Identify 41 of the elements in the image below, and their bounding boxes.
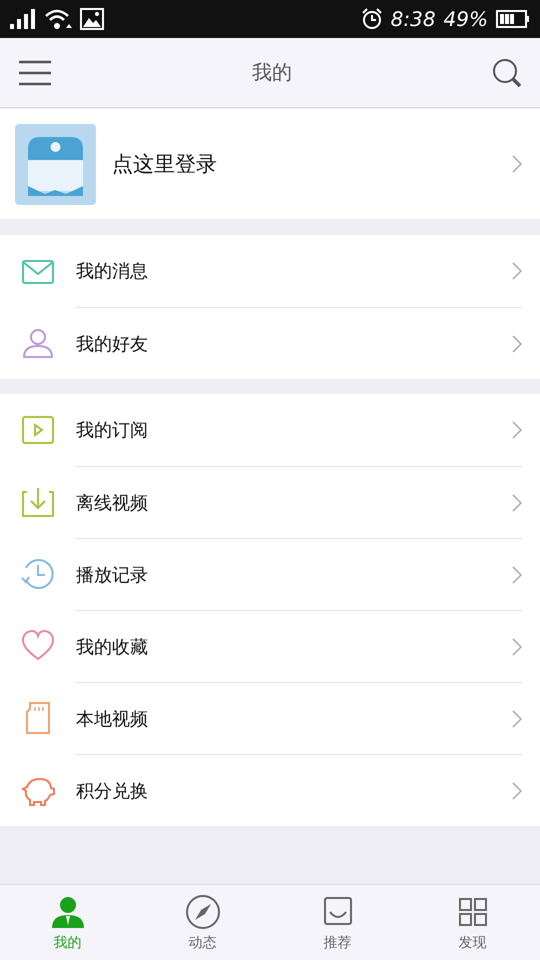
chevron-right-icon — [512, 334, 522, 352]
chevron-right-icon — [512, 710, 522, 728]
wifi-icon — [44, 8, 72, 30]
menu-item-label: 我的订阅 — [76, 419, 148, 442]
menu-item[interactable]: 积分兑换 — [0, 754, 540, 826]
menu-item-label: 离线视频 — [76, 492, 148, 514]
menu-item[interactable]: 本地视频 — [0, 682, 540, 754]
menu-item[interactable]: 我的收藏 — [0, 610, 540, 682]
menu-item-label: 我的消息 — [76, 260, 148, 283]
chevron-right-icon — [512, 421, 522, 439]
signal-icon — [10, 9, 36, 29]
battery-percent: 49% — [444, 7, 488, 31]
chevron-right-icon — [512, 155, 522, 173]
menu-icon[interactable] — [18, 60, 52, 86]
menu-item[interactable]: 离线视频 — [0, 466, 540, 538]
chevron-right-icon — [512, 566, 522, 584]
login-prompt[interactable]: 点这里登录 — [112, 150, 512, 178]
menu-item-label: 播放记录 — [76, 564, 148, 586]
alarm-clock-icon — [360, 8, 383, 30]
menu-item[interactable]: 播放记录 — [0, 538, 540, 610]
menu-item-label: 积分兑换 — [76, 780, 148, 802]
battery-icon — [496, 10, 530, 28]
menu-item-label: 本地视频 — [76, 708, 148, 730]
menu-item-label: 我的收藏 — [76, 636, 148, 658]
chevron-right-icon — [512, 638, 522, 656]
clock-icon — [20, 556, 56, 592]
image-icon — [80, 8, 104, 30]
nav-tab[interactable]: 动态 — [135, 885, 270, 960]
search-icon[interactable] — [492, 58, 522, 88]
compass-icon — [184, 894, 220, 930]
nav-tab[interactable]: 推荐 — [270, 885, 405, 960]
menu-item[interactable]: 我的消息 — [0, 235, 540, 307]
menu-item[interactable]: 我的订阅 — [0, 394, 540, 466]
menu-item[interactable]: 我的好友 — [0, 307, 540, 379]
chevron-right-icon — [512, 782, 522, 800]
clock-time: 8:38 — [390, 7, 436, 31]
menu-item-label: 我的好友 — [76, 332, 148, 356]
chevron-right-icon — [512, 262, 522, 280]
chevron-right-icon — [512, 494, 522, 512]
nav-tab[interactable]: 发现 — [405, 885, 540, 960]
page-title: 我的 — [252, 59, 292, 86]
